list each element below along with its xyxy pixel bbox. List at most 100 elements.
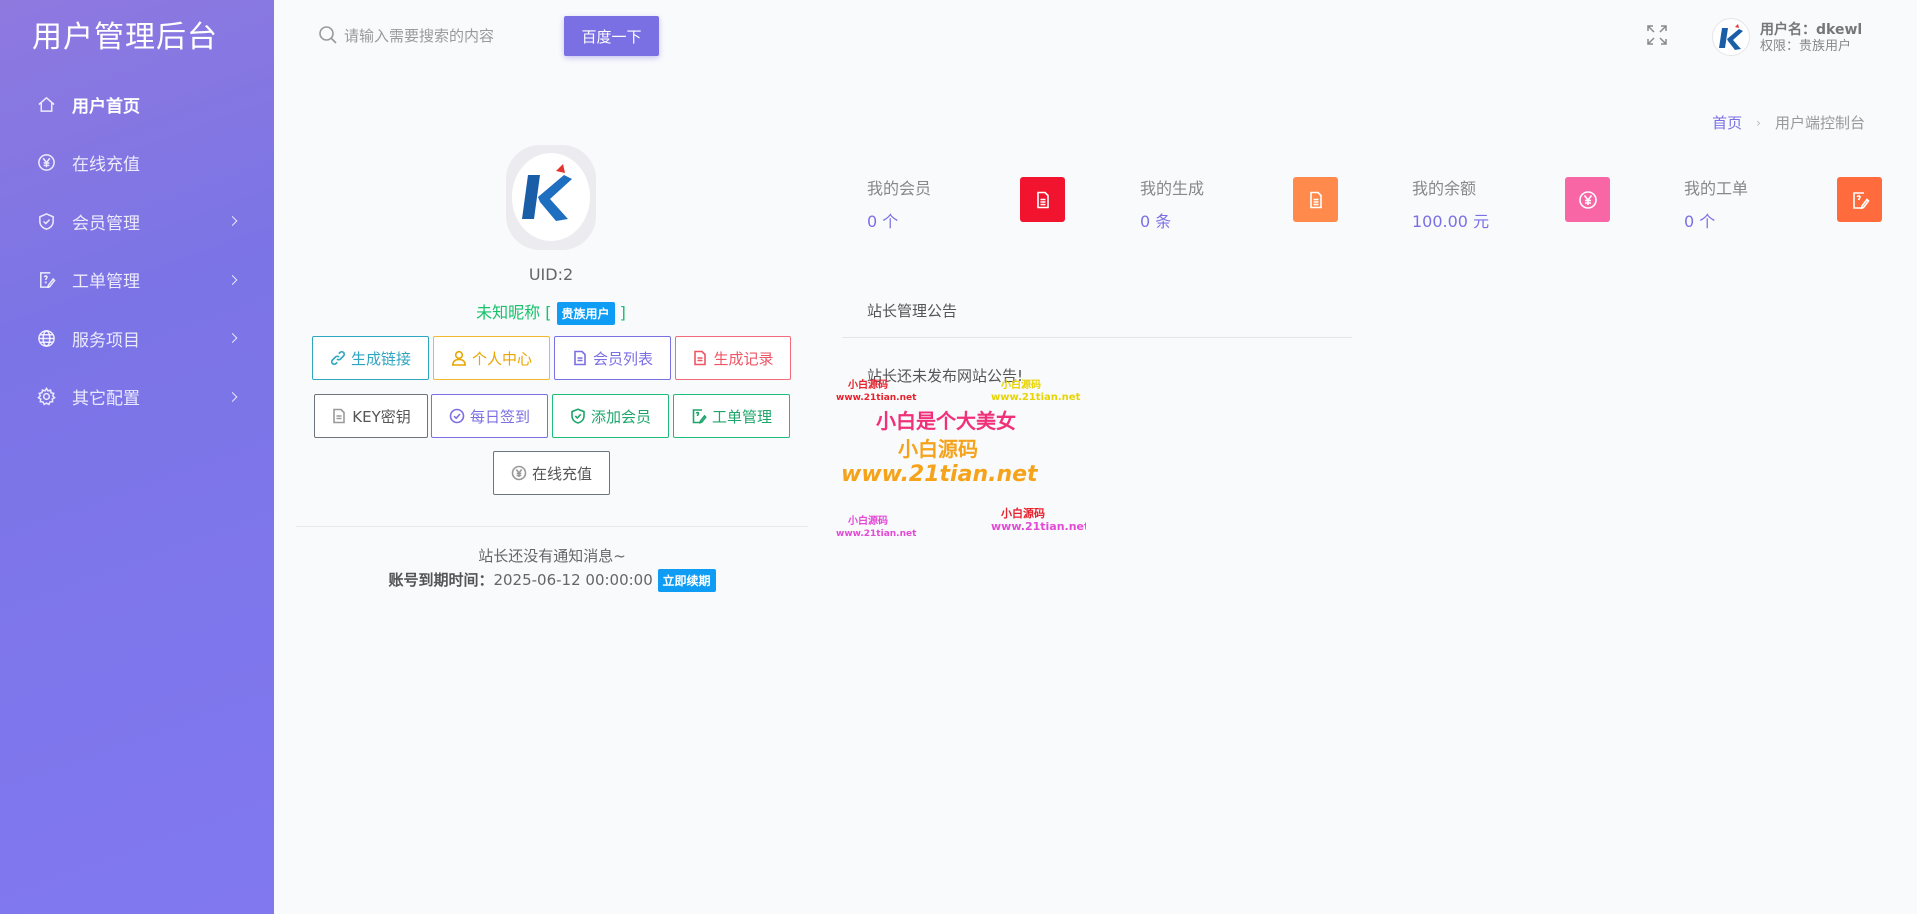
sidebar-item-recharge[interactable]: 在线充值 — [0, 134, 274, 193]
svg-text:www.21tian.net: www.21tian.net — [836, 393, 917, 403]
stat-label: 我的会员 — [867, 179, 932, 198]
fullscreen-icon[interactable] — [1646, 24, 1668, 46]
ticket-management-label: 工单管理 — [711, 407, 772, 426]
home-icon — [36, 94, 56, 114]
sidebar-item-label: 会员管理 — [72, 213, 140, 234]
generate-link-label: 生成链接 — [350, 349, 411, 368]
search-icon — [319, 26, 337, 44]
brand-title: 用户管理后台 — [32, 20, 218, 55]
expire-line: 账号到期时间：2025-06-12 00:00:00 立即续期 — [296, 569, 808, 592]
chevron-right-icon — [227, 274, 238, 285]
stat-label: 我的工单 — [1684, 179, 1749, 198]
bracket-close: ] — [619, 303, 626, 322]
sidebar-item-home[interactable]: 用户首页 — [0, 75, 274, 134]
globe-icon — [36, 328, 56, 348]
sidebar-item-label: 用户首页 — [72, 96, 140, 117]
stat-value: 100.00 元 — [1412, 212, 1490, 231]
sidebar: 用户管理后台 用户首页 在线充值 会员管理 工单管理 服务项目 其它配置 — [0, 0, 274, 914]
breadcrumb-home[interactable]: 首页 — [1712, 112, 1742, 133]
renew-button[interactable]: 立即续期 — [657, 569, 716, 592]
svg-text:小白源码: 小白源码 — [898, 437, 978, 461]
level-badge: 贵族用户 — [556, 302, 615, 325]
uid-label: UID:2 — [528, 265, 574, 284]
chevron-right-icon — [227, 391, 238, 402]
stat-my-members: 我的会员 0 个 — [867, 173, 1127, 233]
document-icon — [1293, 177, 1338, 222]
check-circle-icon — [449, 408, 465, 424]
notice-message: 站长还没有通知消息~ — [478, 547, 626, 565]
chevron-right-icon — [227, 333, 238, 344]
chevron-right-icon — [227, 216, 238, 227]
ticket-management-button[interactable]: 工单管理 — [673, 394, 790, 438]
search-button[interactable]: 百度一下 — [564, 16, 659, 56]
yuan-icon — [36, 153, 56, 173]
sidebar-item-label: 服务项目 — [72, 330, 140, 351]
member-list-label: 会员列表 — [592, 349, 653, 368]
ticket-icon — [1837, 177, 1882, 222]
breadcrumb: 首页 › 用户端控制台 — [1712, 112, 1865, 133]
add-member-button[interactable]: 添加会员 — [552, 394, 669, 438]
expire-label: 账号到期时间： — [388, 571, 494, 589]
gear-icon — [36, 387, 56, 407]
sidebar-nav: 用户首页 在线充值 会员管理 工单管理 服务项目 其它配置 — [0, 75, 274, 426]
daily-checkin-button[interactable]: 每日签到 — [431, 394, 548, 438]
stat-label: 我的余额 — [1412, 179, 1477, 198]
sidebar-item-label: 在线充值 — [72, 155, 140, 176]
breadcrumb-current: 用户端控制台 — [1774, 114, 1865, 132]
bracket-open: [ — [545, 303, 552, 322]
sidebar-item-other-settings[interactable]: 其它配置 — [0, 368, 274, 427]
online-recharge-label: 在线充值 — [531, 464, 592, 483]
sidebar-item-label: 工单管理 — [72, 272, 140, 293]
ticket-icon — [691, 408, 707, 424]
divider — [296, 526, 808, 527]
nickname: 未知昵称 — [476, 303, 541, 322]
stat-label: 我的生成 — [1140, 179, 1205, 198]
user-icon — [451, 350, 467, 366]
divider — [842, 337, 1352, 338]
member-list-button[interactable]: 会员列表 — [554, 336, 671, 380]
svg-text:www.21tian.net: www.21tian.net — [991, 520, 1086, 533]
link-icon — [330, 350, 346, 366]
key-secret-button[interactable]: KEY密钥 — [314, 394, 428, 438]
document-icon — [572, 350, 588, 366]
svg-text:小白源码: 小白源码 — [1000, 378, 1041, 391]
ticket-icon — [36, 270, 56, 290]
generate-link-button[interactable]: 生成链接 — [312, 336, 429, 380]
stat-value: 0 条 — [1140, 212, 1172, 231]
search-input[interactable] — [344, 20, 544, 52]
svg-text:www.21tian.net: www.21tian.net — [836, 529, 917, 539]
user-role: 权限：贵族用户 — [1760, 39, 1852, 54]
personal-center-button[interactable]: 个人中心 — [433, 336, 550, 380]
shield-icon — [36, 211, 56, 231]
generation-records-button[interactable]: 生成记录 — [675, 336, 791, 380]
document-icon — [692, 350, 708, 366]
sidebar-item-label: 其它配置 — [72, 389, 140, 410]
svg-text:小白源码: 小白源码 — [847, 514, 888, 527]
yuan-icon — [511, 465, 527, 481]
generation-records-label: 生成记录 — [713, 349, 774, 368]
svg-text:www.21tian.net: www.21tian.net — [841, 462, 1039, 487]
personal-center-label: 个人中心 — [471, 349, 532, 368]
svg-text:小白源码: 小白源码 — [847, 378, 888, 391]
sidebar-item-member-management[interactable]: 会员管理 — [0, 192, 274, 251]
avatar[interactable] — [1712, 18, 1750, 56]
nickname-line: 未知昵称 [ 贵族用户 ] — [380, 299, 722, 325]
watermark-image: 小白源码 www.21tian.net 小白源码 www.21tian.net … — [836, 378, 1086, 539]
add-member-label: 添加会员 — [590, 407, 651, 426]
yuan-icon — [1565, 177, 1610, 222]
sidebar-item-services[interactable]: 服务项目 — [0, 309, 274, 368]
document-icon — [331, 408, 347, 424]
svg-text:www.21tian.net: www.21tian.net — [991, 392, 1081, 403]
svg-text:小白是个大美女: 小白是个大美女 — [876, 409, 1016, 433]
daily-checkin-label: 每日签到 — [469, 407, 530, 426]
breadcrumb-separator-icon: › — [1756, 115, 1761, 130]
shield-check-icon — [570, 408, 586, 424]
online-recharge-button[interactable]: 在线充值 — [493, 451, 610, 495]
key-secret-label: KEY密钥 — [352, 407, 411, 426]
announcement-title: 站长管理公告 — [867, 302, 958, 320]
sidebar-item-ticket-management[interactable]: 工单管理 — [0, 251, 274, 310]
stat-my-generations: 我的生成 0 条 — [1140, 173, 1400, 233]
expire-value: 2025-06-12 00:00:00 — [493, 571, 653, 589]
document-icon — [1020, 177, 1065, 222]
svg-text:小白源码: 小白源码 — [1000, 506, 1045, 520]
